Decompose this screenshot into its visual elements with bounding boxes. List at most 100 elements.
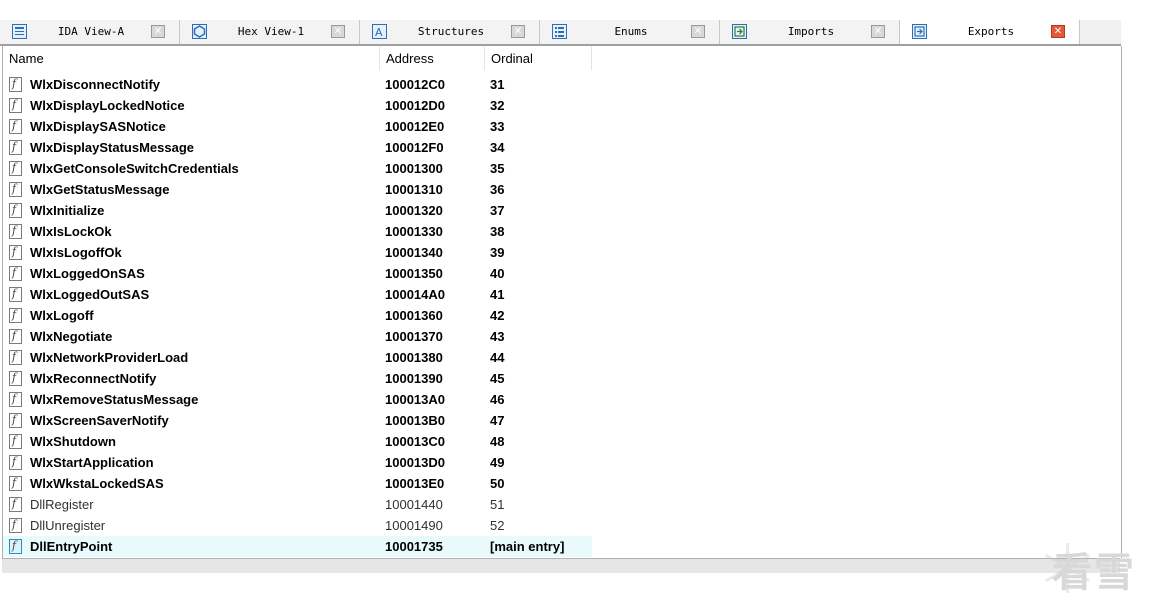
table-row[interactable]: f WlxRemoveStatusMessage 100013A0 46 [3, 389, 592, 410]
table-row[interactable]: f WlxGetStatusMessage 10001310 36 [3, 179, 592, 200]
function-address: 100013E0 [385, 476, 445, 491]
tab-label: Enums [614, 25, 648, 38]
function-icon: f [9, 539, 22, 554]
function-address: 100012D0 [385, 98, 445, 113]
function-name: WlxRemoveStatusMessage [30, 392, 199, 407]
close-icon[interactable]: ✕ [1051, 25, 1065, 38]
function-address: 10001360 [385, 308, 443, 323]
close-icon[interactable]: ✕ [511, 25, 525, 38]
function-icon: f [9, 266, 22, 281]
close-icon[interactable]: ✕ [691, 25, 705, 38]
tab-imports[interactable]: Imports ✕ [720, 20, 900, 44]
function-name: WlxNegotiate [30, 329, 113, 344]
function-ordinal: 38 [490, 224, 505, 239]
function-name: WlxNetworkProviderLoad [30, 350, 189, 365]
function-address: 100013C0 [385, 434, 445, 449]
table-row[interactable]: f WlxShutdown 100013C0 48 [3, 431, 592, 452]
function-ordinal: 52 [490, 518, 505, 533]
tab-ida-view[interactable]: IDA View-A ✕ [0, 20, 180, 44]
function-name: WlxGetConsoleSwitchCredentials [30, 161, 239, 176]
tab-label: Hex View-1 [237, 25, 305, 38]
function-address: 100013D0 [385, 455, 445, 470]
table-row[interactable]: f WlxDisconnectNotify 100012C0 31 [3, 74, 592, 95]
table-row[interactable]: f WlxScreenSaverNotify 100013B0 47 [3, 410, 592, 431]
function-ordinal: 42 [490, 308, 505, 323]
function-icon: f [9, 203, 22, 218]
table-row[interactable]: f WlxNegotiate 10001370 43 [3, 326, 592, 347]
table-row[interactable]: f WlxReconnectNotify 10001390 45 [3, 368, 592, 389]
table-row[interactable]: f DllUnregister 10001490 52 [3, 515, 592, 536]
function-icon: f [9, 329, 22, 344]
function-icon: f [9, 287, 22, 302]
close-icon[interactable]: ✕ [331, 25, 345, 38]
table-row[interactable]: f WlxDisplayStatusMessage 100012F0 34 [3, 137, 592, 158]
column-header-name[interactable]: Name [3, 46, 380, 70]
svg-text:A: A [375, 26, 383, 38]
function-name: WlxReconnectNotify [30, 371, 157, 386]
function-address: 10001735 [385, 539, 443, 554]
function-icon: f [9, 392, 22, 407]
function-name: WlxWkstaLockedSAS [30, 476, 164, 491]
function-name: WlxIsLogoffOk [30, 245, 122, 260]
function-name: WlxLogoff [30, 308, 94, 323]
column-header-ordinal[interactable]: Ordinal [485, 46, 592, 70]
table-row[interactable]: f WlxLoggedOnSAS 10001350 40 [3, 263, 592, 284]
function-ordinal: 35 [490, 161, 505, 176]
function-address: 10001300 [385, 161, 443, 176]
function-address: 100013B0 [385, 413, 445, 428]
function-icon: f [9, 371, 22, 386]
close-icon[interactable]: ✕ [871, 25, 885, 38]
function-address: 10001440 [385, 497, 443, 512]
close-icon[interactable]: ✕ [151, 25, 165, 38]
function-address: 10001490 [385, 518, 443, 533]
function-icon: f [9, 476, 22, 491]
function-ordinal: 33 [490, 119, 505, 134]
function-address: 10001320 [385, 203, 443, 218]
function-name: WlxInitialize [30, 203, 105, 218]
function-ordinal: 32 [490, 98, 505, 113]
table-row[interactable]: f WlxNetworkProviderLoad 10001380 44 [3, 347, 592, 368]
table-row[interactable]: f WlxLoggedOutSAS 100014A0 41 [3, 284, 592, 305]
function-ordinal: 40 [490, 266, 505, 281]
table-row[interactable]: f WlxIsLogoffOk 10001340 39 [3, 242, 592, 263]
function-icon: f [9, 413, 22, 428]
function-name: WlxDisplaySASNotice [30, 119, 166, 134]
tab-enums[interactable]: Enums ✕ [540, 20, 720, 44]
function-ordinal: 43 [490, 329, 505, 344]
table-row[interactable]: f WlxInitialize 10001320 37 [3, 200, 592, 221]
tab-structures[interactable]: A Structures ✕ [360, 20, 540, 44]
table-row[interactable]: f WlxDisplaySASNotice 100012E0 33 [3, 116, 592, 137]
function-icon: f [9, 119, 22, 134]
tab-exports[interactable]: Exports ✕ [900, 20, 1080, 44]
function-ordinal: 51 [490, 497, 505, 512]
status-strip [2, 558, 1120, 573]
function-name: WlxLoggedOutSAS [30, 287, 150, 302]
tab-hex-view[interactable]: Hex View-1 ✕ [180, 20, 360, 44]
function-ordinal: 37 [490, 203, 505, 218]
function-address: 10001370 [385, 329, 443, 344]
table-row[interactable]: f WlxGetConsoleSwitchCredentials 10001300 3… [3, 158, 592, 179]
enums-icon [552, 24, 567, 39]
exports-icon [912, 24, 927, 39]
table-row[interactable]: f WlxDisplayLockedNotice 100012D0 32 [3, 95, 592, 116]
function-name: WlxDisplayStatusMessage [30, 140, 195, 155]
function-name: WlxScreenSaverNotify [30, 413, 169, 428]
table-row[interactable]: f DllRegister 10001440 51 [3, 494, 592, 515]
function-address: 10001330 [385, 224, 443, 239]
tab-label: Imports [787, 25, 835, 38]
table-row[interactable]: f WlxLogoff 10001360 42 [3, 305, 592, 326]
tab-label: IDA View-A [57, 25, 125, 38]
structures-icon: A [372, 24, 387, 39]
function-icon: f [9, 518, 22, 533]
function-ordinal: 47 [490, 413, 505, 428]
column-header-address[interactable]: Address [380, 46, 485, 70]
tab-bar: IDA View-A ✕ Hex View-1 ✕ A Structures ✕… [0, 20, 1121, 46]
table-row[interactable]: f DllEntryPoint 10001735 [main entry] [3, 536, 592, 557]
table-row[interactable]: f WlxWkstaLockedSAS 100013E0 50 [3, 473, 592, 494]
table-row[interactable]: f WlxIsLockOk 10001330 38 [3, 221, 592, 242]
function-name: WlxDisplayLockedNotice [30, 98, 185, 113]
function-name: DllUnregister [30, 518, 106, 533]
table-row[interactable]: f WlxStartApplication 100013D0 49 [3, 452, 592, 473]
function-address: 100013A0 [385, 392, 445, 407]
function-name: WlxLoggedOnSAS [30, 266, 145, 281]
